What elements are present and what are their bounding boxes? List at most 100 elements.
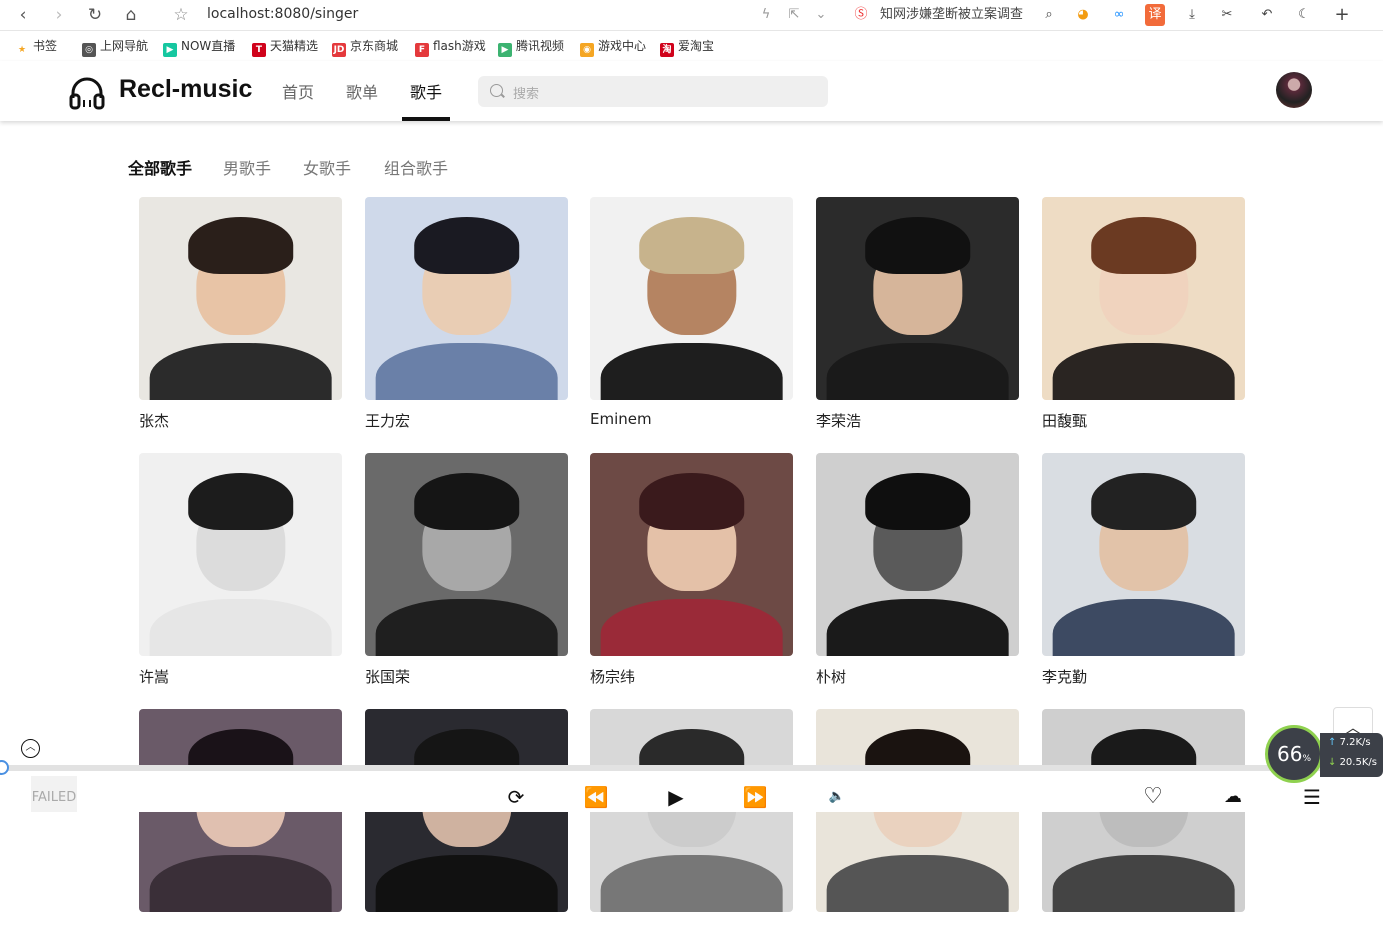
singer-name[interactable]: 李克勤 [1042,666,1245,686]
bookmark-item[interactable]: ▶ NOW直播 [163,38,235,57]
news-headline[interactable]: 知网涉嫌垄断被立案调查 [880,4,1030,26]
singer-photo[interactable] [139,453,342,656]
singer-name[interactable] [590,922,793,942]
flash-icon[interactable]: ϟ [758,4,774,26]
singer-name[interactable] [139,922,342,942]
singer-photo[interactable] [1042,453,1245,656]
singer-name[interactable]: 李荣浩 [816,410,1019,430]
sogou-icon[interactable]: Ⓢ [850,4,872,26]
singer-photo[interactable] [365,197,568,400]
bookmark-item[interactable]: T 天猫精选 [252,38,318,57]
translate-icon[interactable]: 译 [1145,4,1165,26]
photo-figure-body [1052,855,1235,912]
network-gauge[interactable]: 66% [1265,725,1323,783]
previous-icon[interactable]: ⏪ [581,784,611,810]
cloud-download-icon[interactable]: ☁ [1220,784,1246,810]
loop-icon[interactable]: ⟳ [504,784,528,810]
bookmark-item[interactable]: ◎ 上网导航 [82,38,148,57]
share-icon[interactable]: ⇱ [786,4,802,26]
undo-icon[interactable]: ↶ [1254,4,1280,26]
singer-card[interactable]: 许嵩 [139,453,342,686]
game-icon[interactable]: ◕ [1073,4,1093,26]
search-input[interactable]: 搜索 [478,76,828,107]
network-percent: 66 [1276,742,1303,766]
tab-male-singers[interactable]: 男歌手 [223,155,271,179]
singer-card[interactable] [816,709,1019,942]
singer-name[interactable]: Eminem [590,410,793,430]
photo-figure-hair [1090,217,1197,275]
scissors-icon[interactable]: ✂ [1214,4,1240,26]
tab-female-singers[interactable]: 女歌手 [303,155,351,179]
singer-photo[interactable] [139,197,342,400]
nav-playlists[interactable]: 歌单 [346,79,378,103]
singer-photo[interactable] [590,453,793,656]
singer-name[interactable] [816,922,1019,942]
singer-card[interactable]: 王力宏 [365,197,568,430]
playlist-menu-icon[interactable]: ☰ [1300,784,1324,810]
user-avatar[interactable] [1276,72,1312,108]
heart-icon[interactable]: ♡ [1140,784,1166,810]
chevron-down-icon[interactable]: ⌄ [814,4,828,26]
singer-card[interactable]: 杨宗纬 [590,453,793,686]
bookmark-item[interactable]: Fflash游戏 [415,38,486,57]
bookmark-item[interactable]: JD 京东商城 [332,38,398,57]
nav-home[interactable]: 首页 [282,79,314,103]
singer-name[interactable] [1042,922,1245,942]
tab-all-singers[interactable]: 全部歌手 [128,155,192,179]
network-speed: ↑ 7.2K/s ↓ 20.5K/s [1320,733,1383,777]
singer-name[interactable]: 杨宗纬 [590,666,793,686]
bookmark-item[interactable]: 淘爱淘宝 [660,38,714,57]
photo-figure-body [375,855,558,912]
photo-figure-hair [187,473,294,531]
singer-name[interactable]: 王力宏 [365,410,568,430]
singer-name[interactable]: 朴树 [816,666,1019,686]
bookmark-item[interactable]: ★ 书签 [15,38,57,55]
bookmark-item[interactable]: ▶ 腾讯视频 [498,38,564,57]
bookmark-item[interactable]: ◉ 游戏中心 [580,38,646,57]
volume-icon[interactable]: 🔈 [828,784,846,810]
singer-card[interactable]: 张杰 [139,197,342,430]
progress-bar[interactable] [0,765,1383,771]
singer-name[interactable]: 张国荣 [365,666,568,686]
url-field[interactable]: localhost:8080/singer [207,6,358,22]
star-icon[interactable]: ☆ [170,4,192,26]
brand-name[interactable]: Recl-music [119,75,252,104]
bookmark-favicon-icon: JD [332,43,346,57]
photo-figure-hair [1090,473,1197,531]
reload-icon[interactable]: ↻ [84,4,106,26]
network-percent-unit: % [1302,754,1311,764]
singer-card[interactable]: 张国荣 [365,453,568,686]
singer-name[interactable]: 许嵩 [139,666,342,686]
singer-card[interactable] [590,709,793,942]
singer-card[interactable]: 李克勤 [1042,453,1245,686]
singer-card[interactable]: 朴树 [816,453,1019,686]
forward-icon[interactable]: › [48,4,70,26]
tab-group-singers[interactable]: 组合歌手 [384,155,448,179]
singer-card[interactable] [365,709,568,942]
singer-card[interactable]: Eminem [590,197,793,430]
singer-photo[interactable] [365,453,568,656]
home-icon[interactable]: ⌂ [120,4,142,26]
new-tab-icon[interactable]: + [1332,4,1352,26]
headphones-logo-icon[interactable] [69,76,105,110]
singer-card[interactable]: 李荣浩 [816,197,1019,430]
singer-card[interactable] [139,709,342,942]
download-icon[interactable]: ⤓ [1182,4,1202,26]
back-icon[interactable]: ‹ [12,4,34,26]
infinity-icon[interactable]: ∞ [1109,4,1129,26]
play-icon[interactable]: ▶ [664,784,688,810]
singer-card[interactable] [1042,709,1245,942]
moon-icon[interactable]: ☾ [1294,4,1314,26]
singer-card[interactable]: 田馥甄 [1042,197,1245,430]
singer-name[interactable]: 田馥甄 [1042,410,1245,430]
collapse-up-icon[interactable]: ︿ [21,739,40,758]
next-icon[interactable]: ⏩ [740,784,770,810]
singer-name[interactable] [365,922,568,942]
search-icon[interactable]: ⌕ [1040,4,1058,26]
nav-singers[interactable]: 歌手 [410,79,442,103]
singer-photo[interactable] [590,197,793,400]
singer-name[interactable]: 张杰 [139,410,342,430]
singer-photo[interactable] [816,453,1019,656]
singer-photo[interactable] [1042,197,1245,400]
singer-photo[interactable] [816,197,1019,400]
